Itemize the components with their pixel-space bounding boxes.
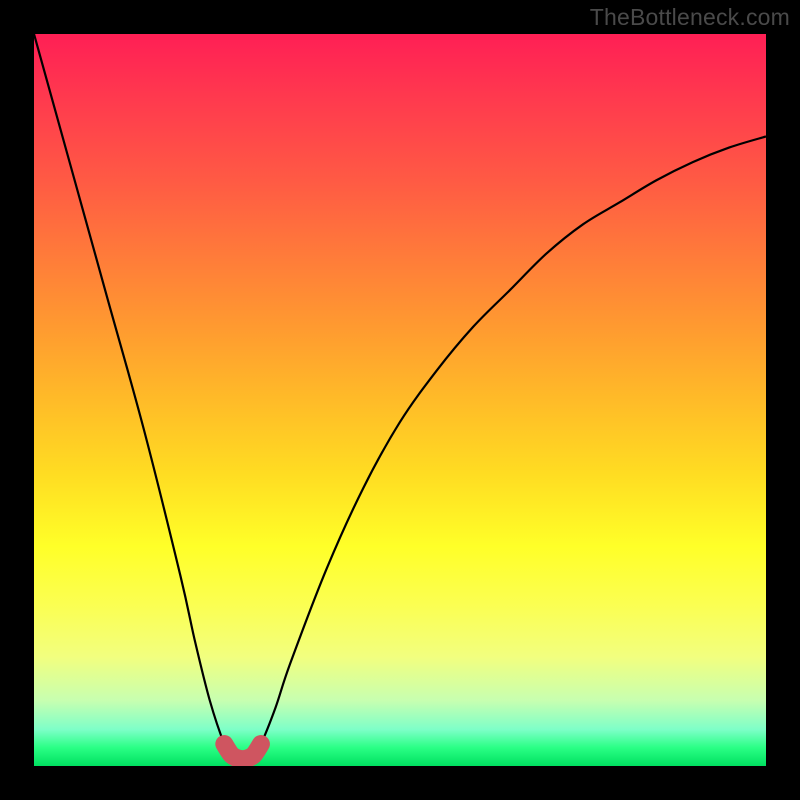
chart-frame: TheBottleneck.com	[0, 0, 800, 800]
bottleneck-curve-svg	[34, 34, 766, 766]
watermark-text: TheBottleneck.com	[590, 4, 790, 31]
plot-area	[34, 34, 766, 766]
bottleneck-curve-path	[34, 34, 766, 759]
bottleneck-curve-highlight	[224, 744, 261, 759]
